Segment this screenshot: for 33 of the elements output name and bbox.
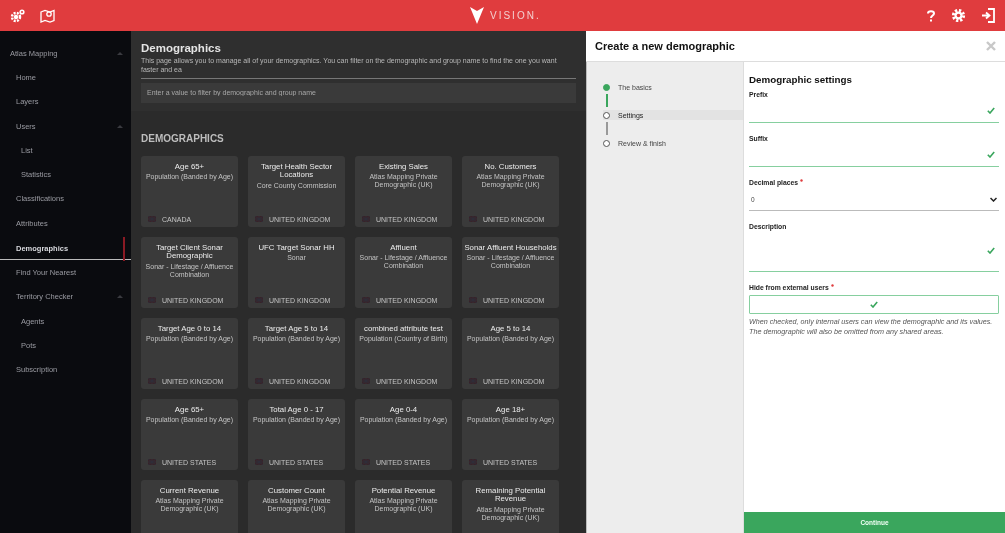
flag-icon xyxy=(255,459,263,465)
help-icon[interactable] xyxy=(927,9,935,22)
flag-icon xyxy=(148,297,156,303)
logo-icon xyxy=(470,7,484,24)
brand-name: VISION. xyxy=(490,10,541,21)
map-pin-icon[interactable] xyxy=(40,8,55,23)
flag-icon xyxy=(469,378,477,384)
flag-icon xyxy=(362,459,370,465)
flag-icon xyxy=(469,216,477,222)
caret-icon xyxy=(117,294,123,300)
form-title: Demographic settings xyxy=(749,74,853,85)
flag-icon xyxy=(362,297,370,303)
flag-icon xyxy=(469,459,477,465)
flag-icon xyxy=(469,297,477,303)
flag-icon xyxy=(148,459,156,465)
flag-icon xyxy=(362,216,370,222)
flag-icon xyxy=(148,378,156,384)
section-heading: DEMOGRAPHICS xyxy=(141,132,225,144)
flag-icon xyxy=(255,297,263,303)
flag-icon xyxy=(255,216,263,222)
settings-icon[interactable] xyxy=(951,8,966,23)
gears-icon[interactable] xyxy=(10,8,26,23)
tick-icon xyxy=(870,301,878,308)
dialog-title: Create a new demographic xyxy=(595,40,736,52)
page-title: Demographics xyxy=(141,42,222,54)
flag-icon xyxy=(255,378,263,384)
caret-icon xyxy=(117,50,123,56)
flag-icon xyxy=(148,216,156,222)
chevron-icon xyxy=(990,196,997,202)
caret-icon xyxy=(117,123,123,129)
checkbox[interactable] xyxy=(749,295,999,314)
flag-icon xyxy=(362,378,370,384)
sign-out-icon[interactable] xyxy=(982,8,995,23)
